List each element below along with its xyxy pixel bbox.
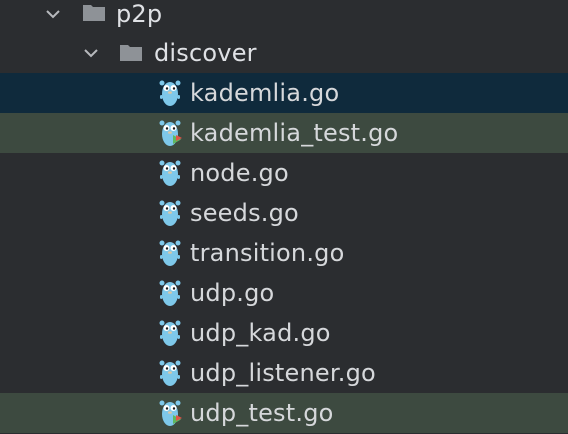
tree-file-transition[interactable]: transition.go: [0, 233, 568, 273]
folder-label: p2p: [116, 0, 163, 28]
chevron-down-icon[interactable]: [84, 46, 98, 60]
tree-folder-discover[interactable]: discover: [0, 33, 568, 73]
chevron-down-icon[interactable]: [46, 7, 60, 21]
folder-icon: [82, 2, 106, 22]
go-gopher-icon: [157, 198, 183, 228]
file-label: transition.go: [190, 239, 345, 267]
file-label: seeds.go: [190, 199, 299, 227]
tree-file-udp-listener[interactable]: udp_listener.go: [0, 353, 568, 393]
file-label: udp.go: [190, 279, 275, 307]
tree-file-node[interactable]: node.go: [0, 153, 568, 193]
tree-file-udp[interactable]: udp.go: [0, 273, 568, 313]
go-test-gopher-icon: [157, 118, 183, 148]
go-gopher-icon: [157, 158, 183, 188]
tree-file-kademlia[interactable]: kademlia.go: [0, 73, 568, 113]
tree-file-seeds[interactable]: seeds.go: [0, 193, 568, 233]
go-gopher-icon: [157, 358, 183, 388]
go-test-gopher-icon: [157, 398, 183, 428]
tree-folder-p2p[interactable]: p2p: [0, 0, 568, 34]
folder-label: discover: [154, 39, 257, 67]
project-file-tree: p2p discover kademlia.go kademlia_test.g…: [0, 0, 568, 434]
file-label: kademlia.go: [190, 79, 340, 107]
go-gopher-icon: [157, 318, 183, 348]
file-label: udp_listener.go: [190, 359, 376, 387]
file-label: udp_test.go: [190, 399, 334, 427]
folder-icon: [119, 42, 143, 62]
tree-file-kademlia-test[interactable]: kademlia_test.go: [0, 113, 568, 153]
file-label: udp_kad.go: [190, 319, 331, 347]
go-gopher-icon: [157, 238, 183, 268]
tree-file-udp-kad[interactable]: udp_kad.go: [0, 313, 568, 353]
go-gopher-icon: [157, 278, 183, 308]
go-gopher-icon: [157, 78, 183, 108]
tree-file-udp-test[interactable]: udp_test.go: [0, 393, 568, 433]
file-label: node.go: [190, 159, 289, 187]
file-label: kademlia_test.go: [190, 119, 399, 147]
